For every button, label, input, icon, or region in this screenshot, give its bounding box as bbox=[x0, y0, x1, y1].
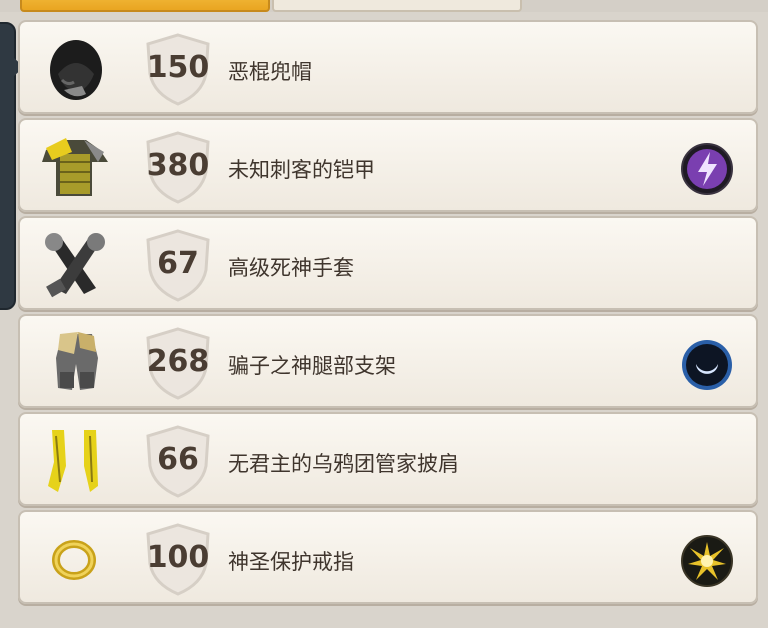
equipment-row-head[interactable]: 150 恶棍兜帽 bbox=[18, 20, 758, 114]
tab-appearance[interactable] bbox=[272, 0, 522, 12]
crescent-moon-rune-icon[interactable] bbox=[680, 338, 734, 392]
lightning-rune-icon[interactable] bbox=[680, 142, 734, 196]
equipment-row-chest[interactable]: 380 未知刺客的铠甲 bbox=[18, 118, 758, 212]
hood-icon bbox=[50, 40, 102, 100]
item-name: 恶棍兜帽 bbox=[228, 60, 312, 84]
sun-star-rune-icon[interactable] bbox=[680, 534, 734, 588]
equipment-row-ring[interactable]: 100 神圣保护戒指 bbox=[18, 510, 758, 604]
gloves-icon bbox=[45, 233, 105, 298]
chest-armor-icon bbox=[42, 138, 108, 196]
item-name: 神圣保护戒指 bbox=[228, 550, 354, 574]
gear-score: 100 bbox=[146, 540, 210, 575]
item-name: 骗子之神腿部支架 bbox=[228, 354, 396, 378]
cape-icon bbox=[48, 430, 98, 492]
gear-score: 67 bbox=[157, 246, 199, 281]
equipment-row-legs[interactable]: 268 骗子之神腿部支架 bbox=[18, 314, 758, 408]
leg-armor-icon bbox=[56, 332, 98, 390]
equipment-row-hands[interactable]: 67 高级死神手套 bbox=[18, 216, 758, 310]
gear-score: 380 bbox=[146, 148, 210, 183]
equipment-row-cape[interactable]: 66 无君主的乌鸦团管家披肩 bbox=[18, 412, 758, 506]
gear-score: 150 bbox=[146, 50, 210, 85]
ring-icon bbox=[52, 540, 96, 580]
item-name: 未知刺客的铠甲 bbox=[228, 158, 375, 182]
equipment-list: 150 恶棍兜帽 380 未知刺客的铠甲 67 高级死神手套 268 骗子之神腿… bbox=[18, 20, 758, 608]
item-name: 高级死神手套 bbox=[228, 256, 354, 280]
tab-equipment[interactable] bbox=[20, 0, 270, 12]
gear-score: 66 bbox=[157, 442, 199, 477]
tab-bar bbox=[0, 0, 768, 12]
gear-score: 268 bbox=[146, 344, 210, 379]
item-name: 无君主的乌鸦团管家披肩 bbox=[228, 452, 459, 476]
